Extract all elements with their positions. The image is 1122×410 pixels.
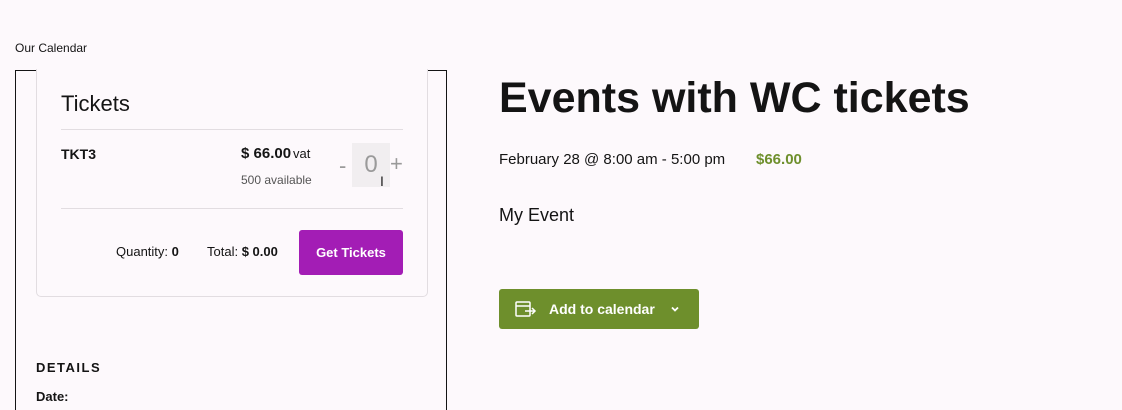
chevron-down-icon xyxy=(671,306,679,312)
text-cursor-icon: I xyxy=(380,173,384,189)
our-calendar-link[interactable]: Our Calendar xyxy=(15,41,87,55)
tickets-title: Tickets xyxy=(61,91,130,116)
tickets-sidebar: Tickets TKT3 $ 66.00 vat 500 available - … xyxy=(15,69,447,410)
quantity-summary-label: Quantity: xyxy=(116,244,169,259)
event-cost: $66.00 xyxy=(756,151,802,168)
get-tickets-button[interactable]: Get Tickets xyxy=(299,230,403,275)
divider xyxy=(61,208,403,209)
divider xyxy=(61,129,403,130)
quantity-summary: Quantity: 0 xyxy=(116,244,179,259)
add-to-calendar-label: Add to calendar xyxy=(549,301,655,317)
total-summary-value: $ 0.00 xyxy=(241,244,278,259)
ticket-availability: 500 available xyxy=(241,173,312,187)
ticket-name: TKT3 xyxy=(61,146,96,162)
date-label: Date: xyxy=(36,389,69,404)
tickets-form: Tickets TKT3 $ 66.00 vat 500 available - … xyxy=(36,69,428,297)
calendar-export-icon xyxy=(515,301,537,317)
add-to-calendar-button[interactable]: Add to calendar xyxy=(499,289,699,329)
quantity-summary-value: 0 xyxy=(171,244,179,259)
event-description: My Event xyxy=(499,205,575,225)
total-summary: Total: $ 0.00 xyxy=(207,244,278,259)
event-date-range: February 28 @ 8:00 am - 5:00 pm xyxy=(499,151,726,168)
quantity-decrease-button[interactable]: - xyxy=(339,153,346,179)
ticket-price-amount: $ 66.00 xyxy=(241,145,292,162)
event-title: Events with WC tickets xyxy=(499,74,970,122)
quantity-increase-button[interactable]: + xyxy=(390,151,403,177)
details-heading: DETAILS xyxy=(36,360,102,375)
ticket-price: $ 66.00 vat xyxy=(241,145,317,162)
ticket-quantity-input[interactable] xyxy=(352,143,390,187)
ticket-price-suffix: vat xyxy=(293,146,311,161)
total-summary-label: Total: xyxy=(207,244,239,259)
page: Our Calendar Tickets TKT3 $ 66.00 vat 500… xyxy=(0,0,1122,410)
